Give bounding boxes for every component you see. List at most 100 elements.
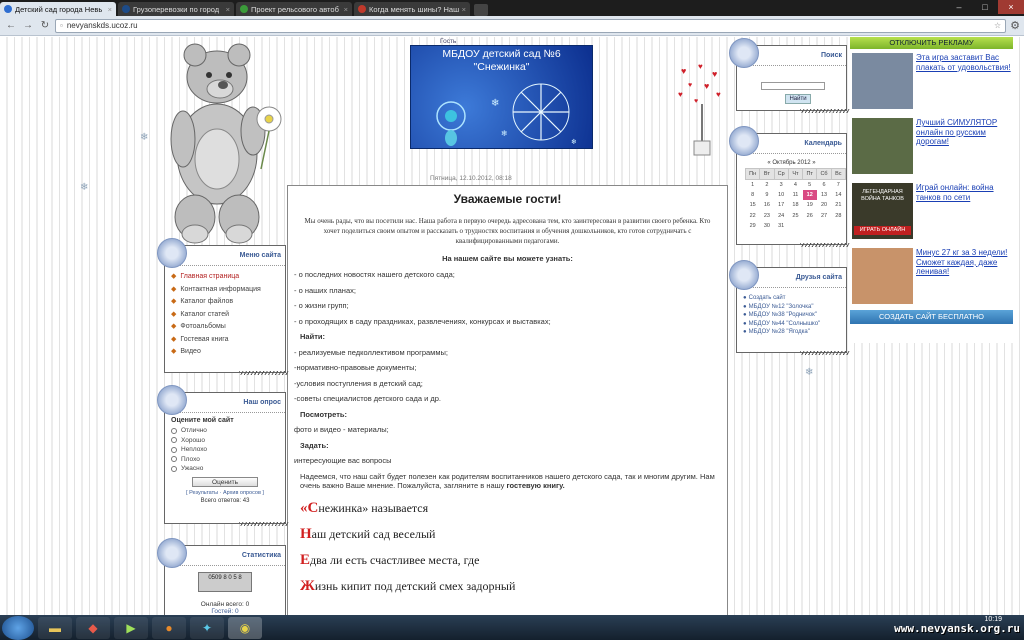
menu-item[interactable]: ◆ Каталог статей [171, 309, 285, 322]
ad-play-button[interactable]: ИГРАТЬ ОНЛАЙН [854, 226, 911, 235]
calendar-day[interactable]: 6 [817, 179, 831, 190]
close-tab-icon[interactable]: × [462, 5, 466, 14]
radio-button[interactable] [171, 437, 177, 444]
menu-item[interactable]: ◆ Контактная информация [171, 284, 285, 297]
minimize-icon[interactable]: – [946, 0, 972, 14]
disable-ads-button[interactable]: ОТКЛЮЧИТЬ РЕКЛАМУ [850, 37, 1013, 49]
calendar-day[interactable]: 13 [817, 190, 831, 201]
tab-tires[interactable]: Когда менять шины? Наш × [354, 2, 470, 16]
calendar-day[interactable]: 14 [831, 190, 845, 201]
calendar-day[interactable]: 29 [746, 221, 760, 232]
reload-icon[interactable]: ↻ [38, 19, 52, 33]
calendar-day[interactable]: 19 [803, 200, 817, 211]
radio-button[interactable] [171, 446, 177, 453]
explorer-icon[interactable]: ▬ [38, 616, 72, 639]
friend-link[interactable]: ● МБДОУ №44 "Солнышко" [743, 320, 840, 329]
tab-kindergarten[interactable]: Детский сад города Невь × [0, 2, 116, 16]
ad-item[interactable]: Минус 27 кг за 3 недели! Сможет каждая, … [852, 248, 1011, 309]
radio-button[interactable] [171, 456, 177, 463]
radio-button[interactable] [171, 465, 177, 472]
chrome-icon[interactable]: ◉ [228, 616, 262, 639]
menu-item[interactable]: ◆ Видео [171, 346, 285, 359]
calendar-day[interactable]: 22 [746, 211, 760, 222]
calendar-day[interactable]: 31 [774, 221, 788, 232]
calendar-day[interactable]: 25 [788, 211, 802, 222]
friend-link[interactable]: ● Создать сайт [743, 294, 840, 303]
calendar-day[interactable]: 28 [831, 211, 845, 222]
menu-item[interactable]: ◆ Фотоальбомы [171, 321, 285, 334]
ad-item[interactable]: Эта игра заставит Вас плакать от удоволь… [852, 53, 1011, 114]
poll-option[interactable]: Ужасно [171, 464, 279, 474]
calendar-day[interactable]: 2 [760, 179, 774, 190]
calendar-day[interactable]: 3 [774, 179, 788, 190]
poll-results-link[interactable]: Результаты [189, 490, 218, 496]
calendar-day[interactable]: 27 [817, 211, 831, 222]
calendar-day[interactable]: 12 [802, 189, 817, 200]
calendar-day[interactable]: 23 [760, 211, 774, 222]
calendar-day[interactable]: 24 [774, 211, 788, 222]
guestbook-link[interactable]: гостевую книгу. [507, 481, 565, 490]
ad-item[interactable]: ЛЕГЕНДАРНАЯ ВОЙНА ТАНКОВ ИГРАТЬ ОНЛАЙН Игр… [852, 183, 1011, 244]
close-tab-icon[interactable]: × [226, 5, 230, 14]
ad-link[interactable]: Лучший СИМУЛЯТОР онлайн по русским дорог… [916, 118, 1011, 179]
firefox-icon[interactable]: ● [152, 616, 186, 639]
calendar-day[interactable]: 21 [831, 200, 845, 211]
ad-thumbnail[interactable]: ЛЕГЕНДАРНАЯ ВОЙНА ТАНКОВ ИГРАТЬ ОНЛАЙН [852, 183, 913, 239]
calendar-month[interactable]: « Октябрь 2012 » [737, 154, 846, 166]
start-button[interactable] [2, 615, 34, 640]
create-site-button[interactable]: СОЗДАТЬ САЙТ БЕСПЛАТНО [850, 310, 1013, 324]
ad-thumbnail[interactable] [852, 53, 913, 109]
new-tab-button[interactable] [474, 4, 488, 16]
radio-button[interactable] [171, 427, 177, 434]
menu-item[interactable]: ◆ Гостевая книга [171, 334, 285, 347]
calendar-day[interactable]: 15 [746, 200, 760, 211]
poll-option[interactable]: Неплохо [171, 445, 279, 455]
calendar-day[interactable]: 16 [760, 200, 774, 211]
poll-option[interactable]: Плохо [171, 455, 279, 465]
visit-counter[interactable]: 0509 8 0 5 8 [198, 572, 252, 592]
forward-arrow-icon[interactable]: → [21, 19, 35, 33]
ad-item[interactable]: Лучший СИМУЛЯТОР онлайн по русским дорог… [852, 118, 1011, 179]
close-tab-icon[interactable]: × [108, 5, 112, 14]
search-input[interactable] [761, 82, 825, 90]
vote-button[interactable]: Оценить [192, 476, 258, 487]
ad-link[interactable]: Минус 27 кг за 3 недели! Сможет каждая, … [916, 248, 1011, 309]
calendar-day[interactable]: 1 [746, 179, 760, 190]
close-window-icon[interactable]: × [998, 0, 1024, 14]
calendar-day[interactable]: 18 [788, 200, 802, 211]
bookmark-star-icon[interactable]: ☆ [994, 20, 1001, 32]
friend-link[interactable]: ● МБДОУ №38 "Родничок" [743, 311, 840, 320]
poll-option[interactable]: Хорошо [171, 436, 279, 446]
calendar-day[interactable]: 9 [760, 190, 774, 201]
close-tab-icon[interactable]: × [344, 5, 348, 14]
game-icon[interactable]: ◆ [76, 616, 110, 639]
friend-link[interactable]: ● МБДОУ №12 "Золочка" [743, 303, 840, 312]
address-bar[interactable]: ▫ nevyanskds.ucoz.ru ☆ [55, 18, 1007, 33]
back-arrow-icon[interactable]: ← [4, 19, 18, 33]
calendar-day[interactable]: 11 [788, 190, 802, 201]
calendar-day[interactable]: 10 [774, 190, 788, 201]
tab-rail-bus[interactable]: Проект рельсового автоб × [236, 2, 352, 16]
calendar-day[interactable]: 26 [803, 211, 817, 222]
media-icon[interactable]: ▶ [114, 616, 148, 639]
calendar-day[interactable]: 7 [831, 179, 845, 190]
wrench-menu-icon[interactable]: ⚙ [1010, 19, 1020, 32]
tab-cargo[interactable]: Грузоперевозки по город × [118, 2, 234, 16]
calendar-day[interactable]: 4 [788, 179, 802, 190]
ad-thumbnail[interactable] [852, 118, 913, 174]
poll-option[interactable]: Отлично [171, 426, 279, 436]
ad-link[interactable]: Эта игра заставит Вас плакать от удоволь… [916, 53, 1011, 114]
menu-item[interactable]: ◆ Каталог файлов [171, 296, 285, 309]
menu-item[interactable]: ◆ Главная страница [171, 271, 285, 284]
ad-link[interactable]: Играй онлайн: война танков по сети [916, 183, 1011, 244]
calendar-day[interactable]: 30 [760, 221, 774, 232]
palette-icon[interactable]: ✦ [190, 616, 224, 639]
calendar-day[interactable]: 8 [746, 190, 760, 201]
calendar-day[interactable]: 20 [817, 200, 831, 211]
friend-link[interactable]: ● МБДОУ №28 "Ягодка" [743, 328, 840, 337]
maximize-icon[interactable]: □ [972, 0, 998, 14]
calendar-day[interactable]: 17 [774, 200, 788, 211]
ad-thumbnail[interactable] [852, 248, 913, 304]
search-button[interactable]: Найти [785, 94, 811, 104]
guest-greeting[interactable]: Гость [440, 38, 456, 45]
